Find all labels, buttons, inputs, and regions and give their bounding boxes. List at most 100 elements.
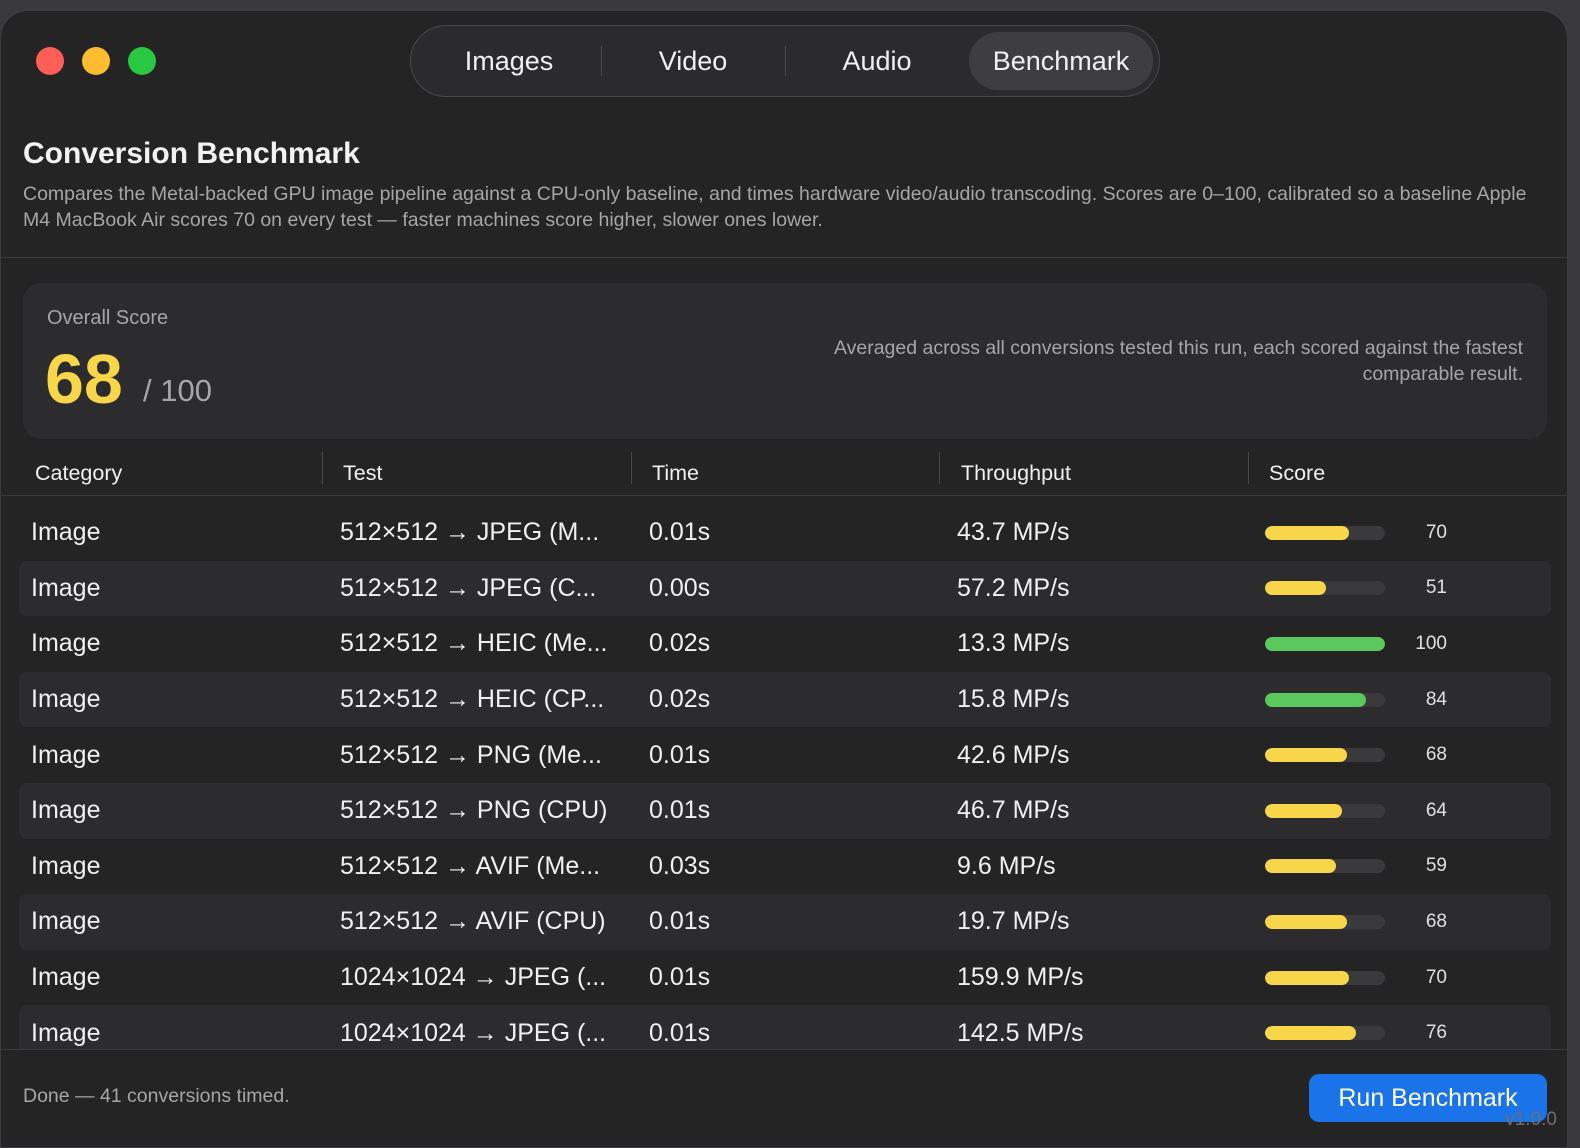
cell-category: Image <box>31 740 101 769</box>
table-row[interactable]: Image 512×512 → HEIC (Me... 0.02s 13.3 MP/s… <box>19 616 1551 672</box>
score-bar-fill <box>1265 636 1385 651</box>
cell-throughput: 43.7 MP/s <box>957 518 1070 547</box>
overall-score-label: Overall Score <box>47 307 169 329</box>
table-row[interactable]: Image 512×512 → AVIF (CPU) 0.01s 19.7 MP/s 6… <box>19 894 1551 950</box>
column-header-test[interactable]: Test <box>343 451 382 495</box>
column-divider[interactable] <box>631 452 632 484</box>
cell-throughput: 159.9 MP/s <box>957 963 1084 992</box>
column-header-throughput[interactable]: Throughput <box>961 451 1071 495</box>
tab-images[interactable]: Images <box>417 32 601 90</box>
maximize-window-button[interactable] <box>128 47 156 75</box>
page-title: Conversion Benchmark <box>23 137 360 170</box>
column-header-time[interactable]: Time <box>652 451 699 495</box>
cell-category: Image <box>31 629 101 658</box>
table-row[interactable]: Image 512×512 → PNG (Me... 0.01s 42.6 MP/s 6… <box>19 727 1551 783</box>
cell-throughput: 9.6 MP/s <box>957 851 1056 880</box>
overall-score-card: Overall Score 68 / 100 Averaged across a… <box>23 283 1547 439</box>
tab-audio[interactable]: Audio <box>785 32 969 90</box>
cell-time: 0.02s <box>649 629 711 658</box>
cell-throughput: 142.5 MP/s <box>957 1018 1084 1047</box>
table-row[interactable]: Image 1024×1024 → JPEG (... 0.01s 142.5 MP/… <box>19 1005 1551 1049</box>
table-row[interactable]: Image 512×512 → AVIF (Me... 0.03s 9.6 MP/s 5… <box>19 839 1551 895</box>
score-bar <box>1265 672 1385 728</box>
tab-video[interactable]: Video <box>601 32 785 90</box>
tab-benchmark[interactable]: Benchmark <box>969 32 1153 90</box>
column-divider[interactable] <box>1248 452 1249 484</box>
score-bar <box>1265 616 1385 672</box>
cell-throughput: 57.2 MP/s <box>957 573 1070 602</box>
cell-category: Image <box>31 573 101 602</box>
cell-category: Image <box>31 685 101 714</box>
cell-time: 0.01s <box>649 963 711 992</box>
cell-throughput: 15.8 MP/s <box>957 685 1070 714</box>
column-divider[interactable] <box>322 452 323 484</box>
cell-category: Image <box>31 851 101 880</box>
cell-time: 0.02s <box>649 685 711 714</box>
table-header: Category Test Time Throughput Score <box>1 451 1567 496</box>
results-table[interactable]: Image 512×512 → JPEG (M... 0.01s 43.7 MP/s 7… <box>19 505 1551 1049</box>
overall-score-note: Averaged across all conversions tested t… <box>833 337 1523 385</box>
score-bar-track <box>1265 859 1385 874</box>
cell-score: 100 <box>1415 632 1447 654</box>
cell-category: Image <box>31 796 101 825</box>
table-row[interactable]: Image 512×512 → PNG (CPU) 0.01s 46.7 MP/s 64 <box>19 782 1551 839</box>
table-row[interactable]: Image 1024×1024 → JPEG (... 0.01s 159.9 MP/… <box>19 950 1551 1006</box>
cell-test: 512×512 → AVIF (CPU) <box>340 907 606 936</box>
column-header-category[interactable]: Category <box>35 451 122 495</box>
score-bar-fill <box>1265 581 1327 596</box>
score-bar-fill <box>1265 525 1349 540</box>
score-bar-track <box>1265 525 1385 540</box>
cell-test: 512×512 → PNG (CPU) <box>340 796 608 825</box>
cell-category: Image <box>31 1018 101 1047</box>
minimize-window-button[interactable] <box>82 47 110 75</box>
cell-time: 0.01s <box>649 518 711 547</box>
cell-test: 1024×1024 → JPEG (... <box>340 963 607 992</box>
cell-score: 76 <box>1425 1022 1447 1044</box>
score-bar-fill <box>1265 859 1336 874</box>
cell-score: 64 <box>1425 799 1447 821</box>
column-divider[interactable] <box>939 452 940 484</box>
score-bar-track <box>1265 581 1385 596</box>
cell-test: 512×512 → HEIC (Me... <box>340 629 608 658</box>
cell-category: Image <box>31 518 101 547</box>
cell-time: 0.01s <box>649 907 711 936</box>
score-bar-track <box>1265 970 1385 985</box>
cell-time: 0.01s <box>649 796 711 825</box>
score-bar <box>1265 950 1385 1006</box>
cell-test: 512×512 → JPEG (M... <box>340 518 600 547</box>
score-bar <box>1265 894 1385 950</box>
overall-score-max: / 100 <box>143 373 212 408</box>
score-bar <box>1265 561 1385 617</box>
cell-score: 70 <box>1425 521 1447 543</box>
score-bar-fill <box>1265 970 1349 985</box>
cell-throughput: 42.6 MP/s <box>957 740 1070 769</box>
table-row[interactable]: Image 512×512 → HEIC (CP... 0.02s 15.8 MP/s… <box>19 671 1551 728</box>
cell-score: 68 <box>1425 744 1447 766</box>
table-row[interactable]: Image 512×512 → JPEG (C... 0.00s 57.2 MP/s 5… <box>19 560 1551 617</box>
score-bar-track <box>1265 636 1385 651</box>
column-header-score[interactable]: Score <box>1269 451 1325 495</box>
cell-score: 59 <box>1425 855 1447 877</box>
score-bar <box>1265 783 1385 839</box>
overall-score-value: 68 <box>45 340 123 418</box>
cell-throughput: 19.7 MP/s <box>957 907 1070 936</box>
score-bar-fill <box>1265 748 1347 763</box>
score-bar-track <box>1265 748 1385 763</box>
mode-tabs: Images Video Audio Benchmark <box>410 25 1160 97</box>
score-bar <box>1265 727 1385 783</box>
close-window-button[interactable] <box>36 47 64 75</box>
cell-time: 0.00s <box>649 573 711 602</box>
score-bar <box>1265 1005 1385 1049</box>
cell-category: Image <box>31 963 101 992</box>
score-bar-track <box>1265 1026 1385 1041</box>
version-label: v1.0.0 <box>1505 1109 1557 1130</box>
cell-test: 512×512 → HEIC (CP... <box>340 685 605 714</box>
page-description: Compares the Metal-backed GPU image pipe… <box>23 183 1527 231</box>
score-bar-track <box>1265 692 1385 707</box>
cell-time: 0.03s <box>649 851 711 880</box>
cell-throughput: 46.7 MP/s <box>957 796 1070 825</box>
table-row[interactable]: Image 512×512 → JPEG (M... 0.01s 43.7 MP/s 7… <box>19 505 1551 561</box>
cell-test: 512×512 → PNG (Me... <box>340 740 602 769</box>
cell-test: 1024×1024 → JPEG (... <box>340 1018 607 1047</box>
window-controls <box>36 47 156 75</box>
